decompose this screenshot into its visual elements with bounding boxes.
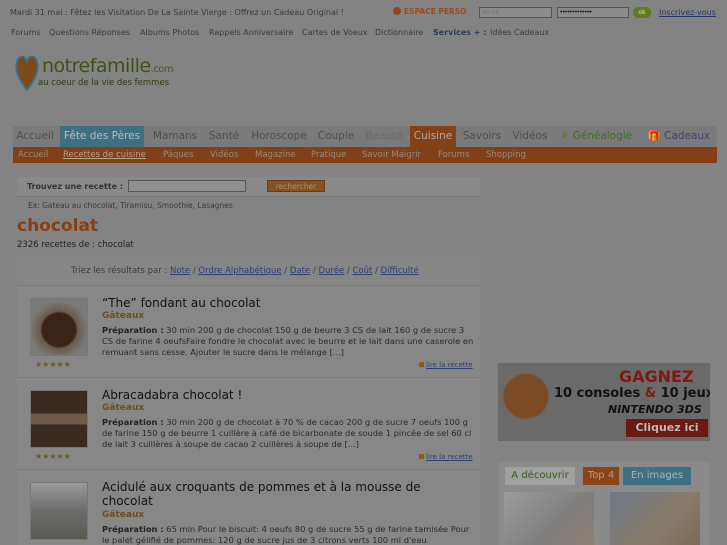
- recipe-item: ★★★★★ “The” fondant au chocolat Gâteaux …: [17, 285, 480, 375]
- recipe-item: Acidulé aux croquants de pommes et à la …: [17, 469, 480, 545]
- top-bar: Mardi 31 mai : Fêtez les Visitation De L…: [0, 0, 727, 24]
- link-cartes[interactable]: Cartes de Voeux: [302, 28, 368, 37]
- recipe-search-box: Trouvez une recette : rechercher: [17, 177, 480, 197]
- tab-en-images[interactable]: En images: [623, 467, 691, 485]
- sort-note[interactable]: Note: [170, 266, 190, 276]
- recipe-category[interactable]: Gâteaux: [102, 510, 144, 520]
- nav-cadeaux[interactable]: 🎁 Cadeaux: [641, 126, 717, 147]
- recipe-item: ★★★★★ Abracadabra chocolat ! Gâteaux Pré…: [17, 377, 480, 467]
- recipe-category[interactable]: Gâteaux: [102, 403, 144, 413]
- tree-icon: ⚘: [559, 130, 570, 142]
- tab-a-decouvrir[interactable]: A découvrir: [505, 467, 575, 485]
- read-recipe-link[interactable]: lire la recette: [419, 453, 473, 461]
- nav-cuisine[interactable]: Cuisine: [410, 126, 456, 147]
- ad-mascot-image: [502, 369, 550, 437]
- tab-image-right[interactable]: [610, 492, 700, 545]
- sort-alpha[interactable]: Ordre Alphabétique: [198, 266, 281, 276]
- email-input[interactable]: [479, 7, 552, 18]
- recipe-description: Préparation : 30 min 200 g de chocolat à…: [102, 417, 472, 449]
- subnav-accueil[interactable]: Accueil: [18, 150, 48, 160]
- tab-top4[interactable]: Top 4: [583, 467, 619, 485]
- recipe-thumbnail[interactable]: [30, 390, 88, 448]
- recipe-category[interactable]: Gâteaux: [102, 311, 144, 321]
- nav-savoirs[interactable]: Savoirs: [459, 126, 505, 147]
- user-icon: [393, 7, 401, 15]
- secondary-links: Forums Questions Réponses Albums Photos …: [0, 24, 727, 41]
- recipe-description: Préparation : 65 min Pour le biscuit: 4 …: [102, 524, 470, 545]
- ad-console-name: NINTENDO 3DS: [608, 403, 702, 416]
- logo-text: notrefamille.com: [42, 55, 174, 77]
- link-albums[interactable]: Albums Photos: [140, 28, 199, 37]
- date-banner: Mardi 31 mai : Fêtez les Visitation De L…: [10, 8, 344, 17]
- subnav-shopping[interactable]: Shopping: [486, 150, 526, 160]
- nav-mamans[interactable]: Mamans: [147, 126, 203, 147]
- subnav-forums[interactable]: Forums: [438, 150, 469, 160]
- recipe-thumbnail[interactable]: [30, 298, 88, 356]
- recipe-thumbnail[interactable]: [30, 482, 88, 540]
- search-examples: Ex: Gateau au chocolat, Tiramisu, Smooth…: [28, 201, 233, 210]
- espace-perso-label: ESPACE PERSO: [393, 7, 467, 16]
- nintendo-ad-banner[interactable]: GAGNEZ 10 consoles & 10 jeux NINTENDO 3D…: [498, 363, 710, 441]
- link-forums[interactable]: Forums: [11, 28, 41, 37]
- signup-link[interactable]: Inscrivez-vous: [659, 8, 716, 17]
- subnav-pratique[interactable]: Pratique: [311, 150, 346, 160]
- nav-fete-des-peres[interactable]: Fête des Pères: [60, 126, 144, 147]
- page-title: chocolat: [17, 216, 99, 236]
- logo-tagline: au coeur de la vie des femmes: [38, 78, 170, 88]
- subnav-paques[interactable]: Pâques: [163, 150, 193, 160]
- subnav-videos[interactable]: Vidéos: [210, 150, 238, 160]
- search-label: Trouvez une recette :: [27, 182, 123, 191]
- link-idees-cadeaux[interactable]: Idées Cadeaux: [490, 28, 549, 37]
- ad-consoles-line: 10 consoles & 10 jeux: [554, 386, 710, 401]
- sidebar-tabs: A découvrir Top 4 En images: [498, 462, 710, 545]
- sort-duree[interactable]: Durée: [318, 266, 344, 276]
- nav-beaute[interactable]: Beauté: [360, 126, 408, 147]
- services-label: Services + :: [433, 28, 487, 37]
- gift-icon: 🎁: [647, 130, 661, 142]
- recipe-title[interactable]: “The” fondant au chocolat: [102, 296, 452, 310]
- recipe-title[interactable]: Acidulé aux croquants de pommes et à la …: [102, 480, 452, 508]
- nav-accueil[interactable]: Accueil: [13, 126, 57, 147]
- rating-stars: ★★★★★: [35, 452, 71, 461]
- link-rappels[interactable]: Rappels Anniversaire: [209, 28, 293, 37]
- cuisine-subnav: Accueil Recettes de cuisine Pâques Vidéo…: [13, 147, 717, 163]
- search-button[interactable]: rechercher: [267, 180, 325, 192]
- nav-horoscope[interactable]: Horoscope: [246, 126, 312, 147]
- ad-cta-button[interactable]: Cliquez ici: [626, 419, 708, 437]
- read-recipe-link[interactable]: lire la recette: [419, 361, 473, 369]
- rating-stars: ★★★★★: [35, 360, 71, 369]
- result-count: 2326 recettes de : chocolat: [17, 240, 134, 250]
- tab-image-left[interactable]: [504, 492, 594, 545]
- sort-difficulte[interactable]: Difficulté: [381, 266, 419, 276]
- subnav-savoir-maigrir[interactable]: Savoir Maigrir: [362, 150, 421, 160]
- subnav-magazine[interactable]: Magazine: [255, 150, 296, 160]
- sort-cout[interactable]: Coût: [352, 266, 372, 276]
- link-questions[interactable]: Questions Réponses: [49, 28, 130, 37]
- site-logo[interactable]: notrefamille.com au coeur de la vie des …: [10, 50, 210, 98]
- nav-genealogie[interactable]: ⚘ Généalogie: [556, 126, 636, 147]
- password-input[interactable]: [557, 7, 629, 18]
- recipe-description: Préparation : 30 min 200 g de chocolat 1…: [102, 325, 474, 357]
- login-ok-button[interactable]: ok: [633, 7, 651, 18]
- ad-headline: GAGNEZ: [619, 367, 694, 386]
- main-nav: Accueil Fête des Pères Mamans Santé Horo…: [13, 126, 717, 147]
- nav-sante[interactable]: Santé: [205, 126, 243, 147]
- sort-bar: Triez les résultats par : Note / Ordre A…: [71, 266, 419, 276]
- search-input[interactable]: [128, 180, 246, 192]
- logo-heart-icon: [15, 55, 39, 92]
- subnav-recettes[interactable]: Recettes de cuisine: [63, 150, 146, 160]
- sort-date[interactable]: Date: [290, 266, 310, 276]
- results-panel: Triez les résultats par : Note / Ordre A…: [17, 255, 480, 545]
- link-dictionnaire[interactable]: Dictionnaire: [375, 28, 423, 37]
- sort-label: Triez les résultats par :: [71, 266, 168, 276]
- nav-couple[interactable]: Couple: [314, 126, 358, 147]
- recipe-title[interactable]: Abracadabra chocolat !: [102, 388, 452, 402]
- nav-videos[interactable]: Vidéos: [507, 126, 553, 147]
